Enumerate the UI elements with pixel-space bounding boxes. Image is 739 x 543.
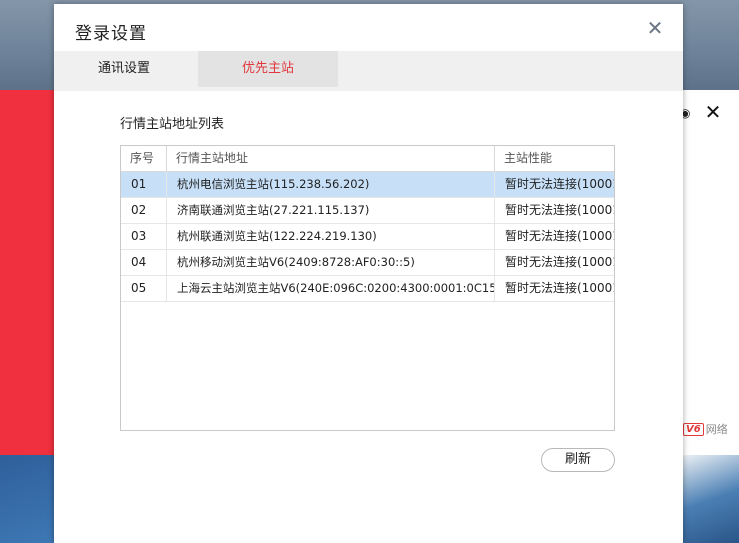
station-list-label: 行情主站地址列表 [120, 117, 225, 132]
table-header: 序号 行情主站地址 主站性能 [121, 146, 614, 172]
column-header-performance[interactable]: 主站性能 [494, 146, 614, 171]
row-address: 杭州电信浏览主站(115.238.56.202) [166, 172, 494, 197]
close-icon[interactable]: ✕ [704, 102, 722, 122]
row-index: 03 [131, 229, 147, 243]
row-address: 上海云主站浏览主站V6(240E:096C:0200:4300:0001:0C1… [166, 276, 494, 301]
table-row[interactable]: 04 杭州移动浏览主站V6(2409:8728:AF0:30::5) 暂时无法连… [121, 250, 614, 276]
background-brand: V6 网络 [683, 421, 728, 437]
column-header-index[interactable]: 序号 [121, 146, 166, 171]
row-index: 02 [131, 203, 147, 217]
table-row[interactable]: 05 上海云主站浏览主站V6(240E:096C:0200:4300:0001:… [121, 276, 614, 302]
row-performance: 暂时无法连接(10001) [494, 198, 614, 223]
table-row[interactable]: 01 杭州电信浏览主站(115.238.56.202) 暂时无法连接(10001… [121, 172, 614, 198]
tab-priority-station[interactable]: 优先主站 [198, 51, 338, 87]
row-address: 济南联通浏览主站(27.221.115.137) [166, 198, 494, 223]
background-red-panel [0, 90, 54, 455]
login-settings-dialog: 登录设置 ✕ 通讯设置 优先主站 行情主站地址列表 序号 行情主站地址 主站性能… [54, 4, 683, 543]
row-address: 杭州移动浏览主站V6(2409:8728:AF0:30::5) [166, 250, 494, 275]
table-row[interactable]: 02 济南联通浏览主站(27.221.115.137) 暂时无法连接(10001… [121, 198, 614, 224]
row-index: 05 [131, 281, 147, 295]
v6-badge: V6 [683, 422, 704, 436]
close-icon[interactable]: ✕ [644, 17, 666, 39]
dialog-title: 登录设置 [75, 24, 147, 44]
row-address: 杭州联通浏览主站(122.224.219.130) [166, 224, 494, 249]
table-row[interactable]: 03 杭州联通浏览主站(122.224.219.130) 暂时无法连接(1000… [121, 224, 614, 250]
refresh-button[interactable]: 刷新 [541, 448, 615, 472]
tab-communication-settings[interactable]: 通讯设置 [54, 51, 194, 87]
row-index: 04 [131, 255, 147, 269]
table-body: 01 杭州电信浏览主站(115.238.56.202) 暂时无法连接(10001… [121, 172, 614, 302]
tab-bar: 通讯设置 优先主站 [54, 51, 683, 91]
row-performance: 暂时无法连接(10001) [494, 224, 614, 249]
column-header-address[interactable]: 行情主站地址 [166, 146, 494, 171]
station-table: 序号 行情主站地址 主站性能 01 杭州电信浏览主站(115.238.56.20… [120, 145, 615, 431]
row-index: 01 [131, 177, 147, 191]
brand-text: 网络 [705, 423, 728, 436]
row-performance: 暂时无法连接(10001) [494, 172, 614, 197]
row-performance: 暂时无法连接(10001) [494, 276, 614, 301]
row-performance: 暂时无法连接(10001) [494, 250, 614, 275]
